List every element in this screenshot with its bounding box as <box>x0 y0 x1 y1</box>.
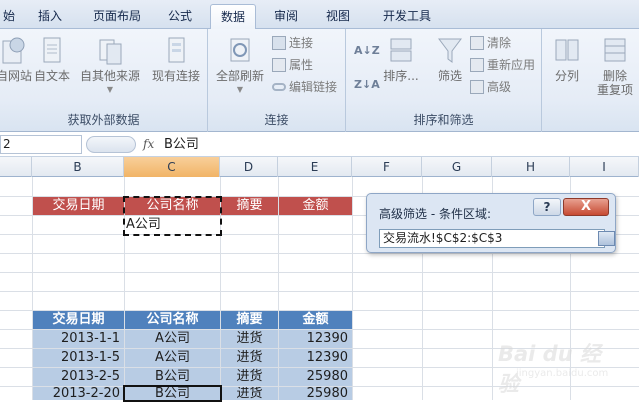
table-header-summary[interactable]: 摘要 <box>221 311 278 329</box>
table-cell-summary[interactable]: 进货 <box>221 368 278 386</box>
clear-filter-button[interactable]: 清除 <box>470 33 511 53</box>
name-box[interactable]: 2 <box>0 135 82 154</box>
reapply-button[interactable]: 重新应用 <box>470 55 535 75</box>
connections-button[interactable]: 连接 <box>272 33 313 53</box>
criteria-range-value: 交易流水!$C$2:$C$3 <box>383 231 503 245</box>
funnel-icon <box>438 38 462 63</box>
text-to-columns-icon <box>555 39 579 61</box>
tab-data[interactable]: 数据 <box>210 4 256 30</box>
tab-view[interactable]: 视图 <box>318 4 358 29</box>
edit-links-button[interactable]: 编辑链接 <box>272 77 337 97</box>
chevron-down-icon: ▼ <box>106 85 114 94</box>
criteria-header-amount[interactable]: 金额 <box>279 197 352 215</box>
chevron-down-icon: ▼ <box>236 85 244 94</box>
advanced-filter-icon <box>470 80 484 94</box>
properties-button[interactable]: 属性 <box>272 55 313 75</box>
table-cell-amount[interactable]: 12390 <box>279 349 352 367</box>
table-cell-summary[interactable]: 进货 <box>221 387 278 400</box>
from-other-sources-button[interactable]: 自其他来源 ▼ <box>80 33 140 99</box>
table-cell-summary[interactable]: 进货 <box>221 349 278 367</box>
advanced-filter-button[interactable]: 高级 <box>470 77 511 97</box>
formula-input[interactable]: B公司 <box>164 136 199 154</box>
group-sort-filter: A↓Z Z↓A 排序... 筛选 清除 重新应用 高级 排序和筛选 <box>346 29 542 132</box>
function-icon[interactable]: fx <box>143 137 154 151</box>
tab-home[interactable]: 始 <box>0 4 24 29</box>
table-header-date[interactable]: 交易日期 <box>33 311 124 329</box>
dialog-title: 高级筛选 - 条件区域: <box>379 207 492 221</box>
watermark-url: jingyan.baidu.com <box>516 368 609 379</box>
active-cell-border <box>123 385 222 402</box>
advanced-filter-dialog[interactable]: 高级筛选 - 条件区域: ? X 交易流水!$C$2:$C$3 <box>366 193 616 253</box>
clear-filter-icon <box>470 36 484 50</box>
other-sources-icon <box>99 39 122 65</box>
formula-buttons[interactable] <box>86 136 136 153</box>
text-to-columns-button[interactable]: 分列 <box>542 33 592 99</box>
column-header-d[interactable]: D <box>220 157 278 177</box>
group-label-external: 获取外部数据 <box>67 113 140 127</box>
table-cell-amount[interactable]: 25980 <box>279 387 352 400</box>
table-header-amount[interactable]: 金额 <box>279 311 352 329</box>
reapply-icon <box>470 58 484 72</box>
remove-duplicates-button[interactable]: 删除 重复项 <box>590 33 639 99</box>
table-cell-company[interactable]: A公司 <box>125 349 220 367</box>
group-connections: 全部刷新 ▼ 连接 属性 编辑链接 连接 <box>208 29 346 132</box>
select-all-corner[interactable] <box>0 157 32 177</box>
tab-review[interactable]: 审阅 <box>266 4 306 29</box>
link-icon <box>272 83 286 91</box>
table-cell-date[interactable]: 2013-1-1 <box>33 330 124 348</box>
sort-icon <box>390 38 412 62</box>
expand-dialog-icon[interactable] <box>598 231 615 246</box>
table-cell-amount[interactable]: 25980 <box>279 368 352 386</box>
ribbon-data: 自网站 自文本 自其他来源 ▼ 现有连接 获取外部数据 全部刷新 ▼ 连接 属性 <box>0 29 639 132</box>
table-cell-amount[interactable]: 12390 <box>279 330 352 348</box>
column-header-e[interactable]: E <box>278 157 352 177</box>
group-get-external-data: 自网站 自文本 自其他来源 ▼ 现有连接 获取外部数据 <box>0 29 208 132</box>
from-text-button[interactable]: 自文本 <box>24 33 80 99</box>
table-cell-summary[interactable]: 进货 <box>221 330 278 348</box>
properties-icon <box>272 58 286 72</box>
sort-button[interactable]: 排序... <box>376 33 426 99</box>
connections-icon <box>272 36 286 50</box>
criteria-header-date[interactable]: 交易日期 <box>33 197 124 215</box>
help-button[interactable]: ? <box>533 198 561 216</box>
copy-marquee <box>123 196 222 236</box>
table-header-company[interactable]: 公司名称 <box>125 311 220 329</box>
column-header-h[interactable]: H <box>492 157 570 177</box>
table-cell-date[interactable]: 2013-2-20 <box>33 387 124 400</box>
tab-developer[interactable]: 开发工具 <box>372 4 442 29</box>
tab-formulas[interactable]: 公式 <box>160 4 200 29</box>
column-header-g[interactable]: G <box>422 157 492 177</box>
table-cell-company[interactable]: B公司 <box>125 368 220 386</box>
column-headers: B C D E F G H I <box>0 157 639 177</box>
column-header-c[interactable]: C <box>124 157 220 177</box>
group-data-tools: 分列 删除 重复项 <box>542 29 639 132</box>
existing-connections-icon <box>168 37 185 63</box>
column-header-f[interactable]: F <box>352 157 422 177</box>
remove-duplicates-icon <box>604 38 626 62</box>
table-cell-date[interactable]: 2013-1-5 <box>33 349 124 367</box>
refresh-icon <box>230 38 250 62</box>
column-header-b[interactable]: B <box>32 157 124 177</box>
close-button[interactable]: X <box>563 198 609 216</box>
criteria-header-summary[interactable]: 摘要 <box>221 197 278 215</box>
column-header-i[interactable]: I <box>570 157 639 177</box>
table-cell-company[interactable]: A公司 <box>125 330 220 348</box>
tab-page-layout[interactable]: 页面布局 <box>82 4 152 29</box>
group-label-connections: 连接 <box>264 113 289 127</box>
criteria-range-input[interactable]: 交易流水!$C$2:$C$3 <box>379 229 615 248</box>
formula-bar: 2 fx B公司 <box>0 133 639 157</box>
group-label-sort-filter: 排序和筛选 <box>413 113 474 127</box>
table-cell-date[interactable]: 2013-2-5 <box>33 368 124 386</box>
watermark: Bai du 经验 jingyan.baidu.com <box>498 330 618 396</box>
text-file-icon <box>43 37 61 63</box>
tab-insert[interactable]: 插入 <box>28 4 72 29</box>
refresh-all-button[interactable]: 全部刷新 ▼ <box>210 33 270 99</box>
ribbon-tab-bar: 始 插入 页面布局 公式 数据 审阅 视图 开发工具 <box>0 0 639 30</box>
filter-button[interactable]: 筛选 <box>430 33 470 99</box>
existing-connections-button[interactable]: 现有连接 <box>146 33 206 99</box>
